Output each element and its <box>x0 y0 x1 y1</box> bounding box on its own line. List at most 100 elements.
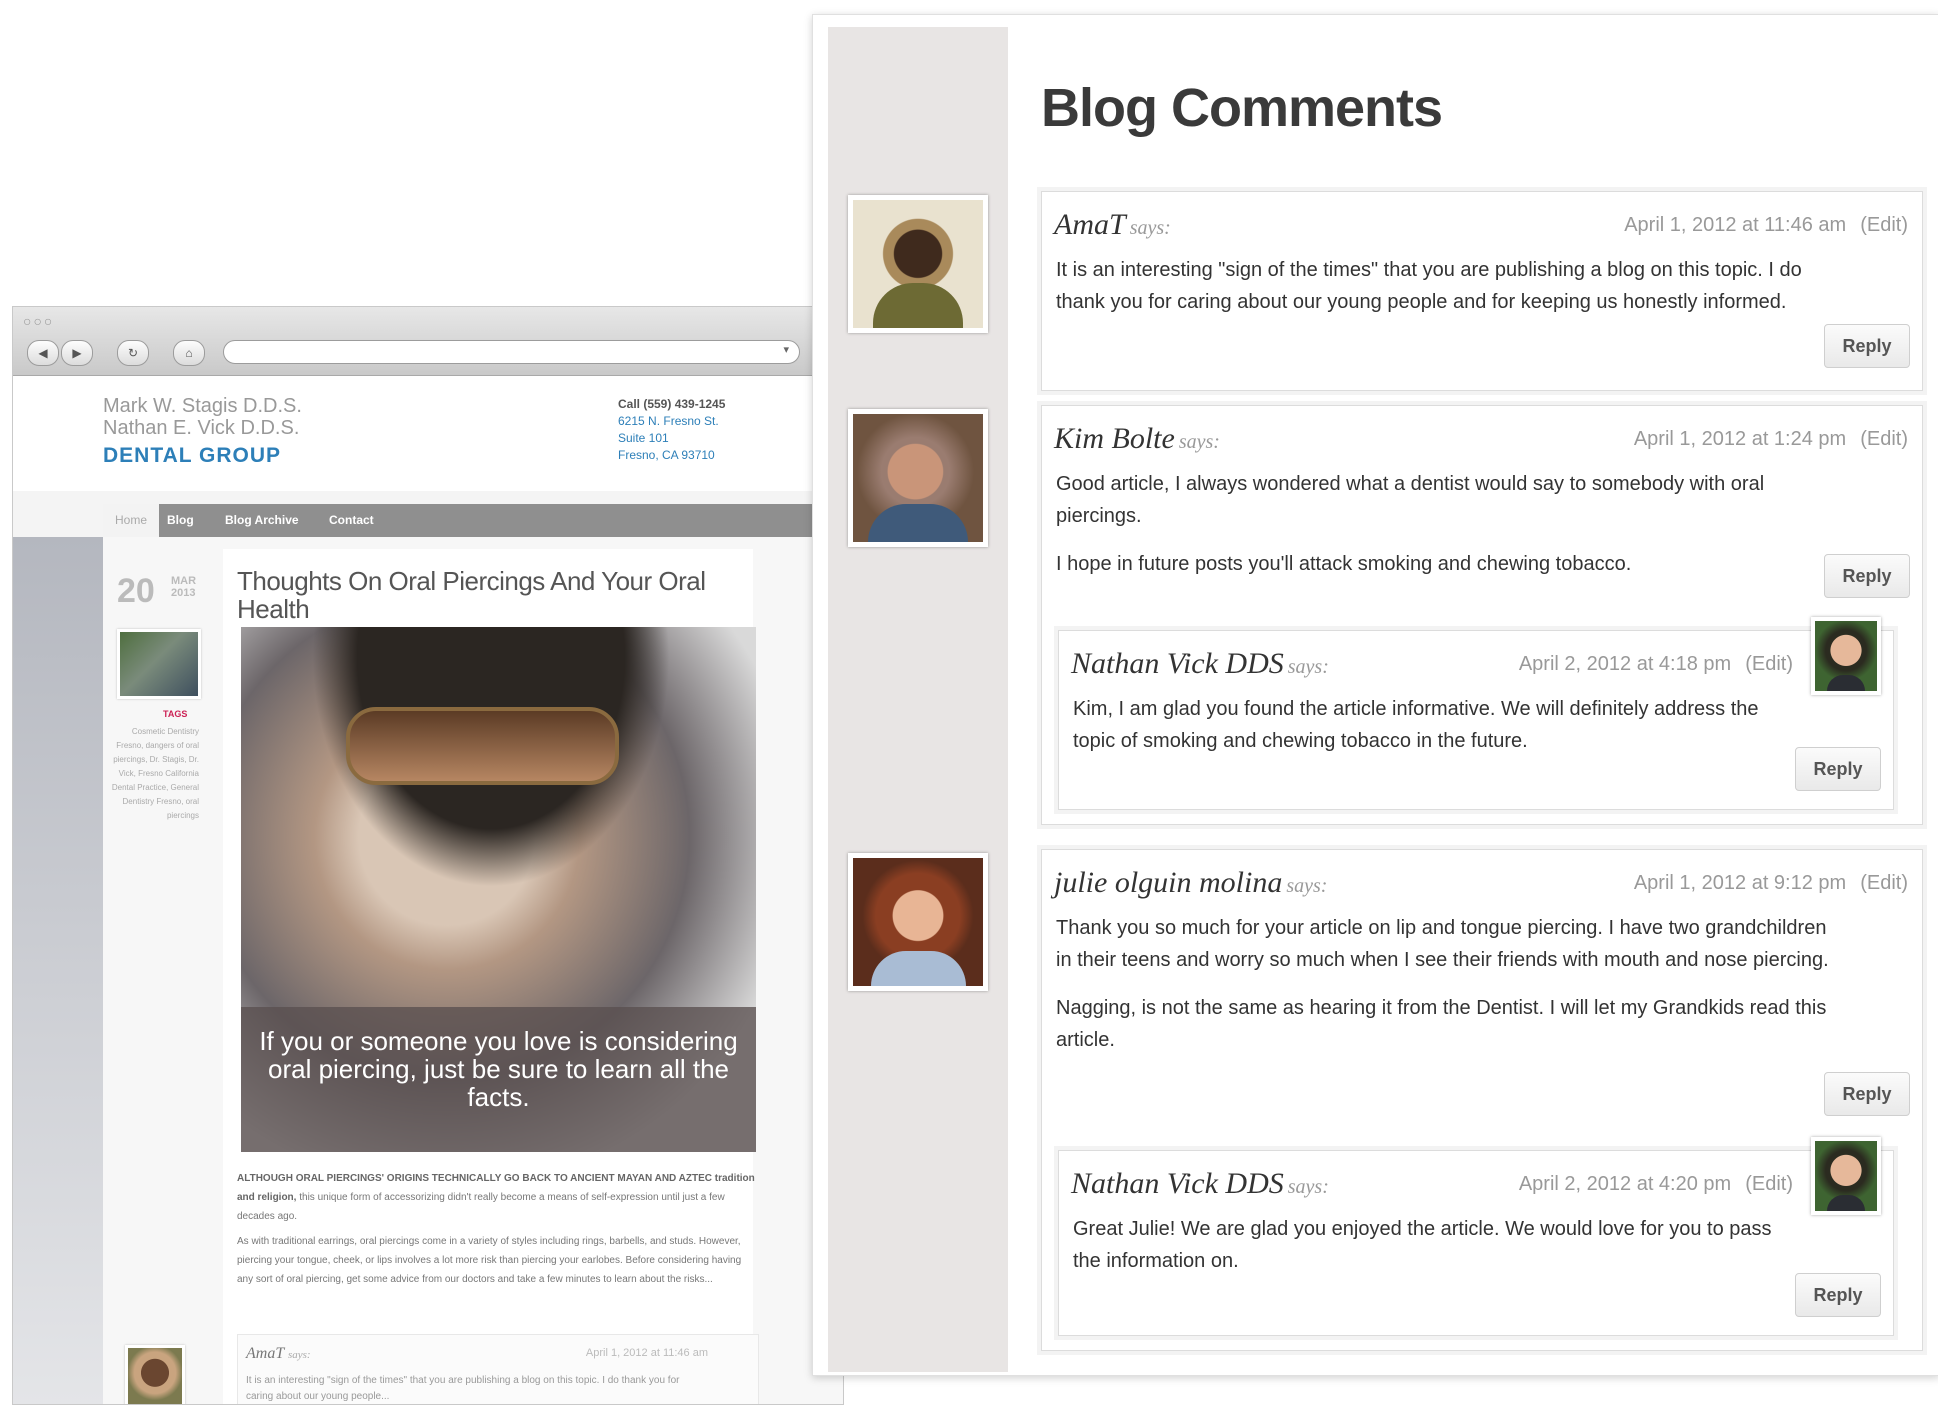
address-line: 6215 N. Fresno St. <box>618 414 719 428</box>
nav-blog[interactable]: Blog <box>155 504 206 537</box>
browser-toolbar: ○○○ ◀ ▶ ↻ ⌂ ▾ <box>13 307 843 376</box>
back-button[interactable]: ◀ <box>27 340 59 366</box>
avatar <box>1811 617 1881 695</box>
comment: Kim Bolte says: April 1, 2012 at 1:24 pm(… <box>1041 405 1923 825</box>
says-label: says: <box>287 1349 311 1361</box>
comment-date[interactable]: April 1, 2012 at 11:46 am <box>1624 214 1846 236</box>
address-line: Fresno, CA 93710 <box>618 448 715 462</box>
avatar <box>848 195 988 333</box>
forward-button[interactable]: ▶ <box>61 340 93 366</box>
blog-comments-panel: Blog Comments AmaT says: April 1, 2012 at… <box>812 14 1938 1376</box>
page-background <box>13 537 103 1404</box>
tags-list[interactable]: Cosmetic Dentistry Fresno, dangers of or… <box>109 725 199 823</box>
edit-link[interactable]: (Edit) <box>1860 872 1908 894</box>
post-date-day: 20 <box>117 572 155 610</box>
post-body: ALTHOUGH ORAL PIERCINGS' ORIGINS TECHNIC… <box>237 1169 757 1289</box>
doctor-name-2: Nathan E. Vick D.D.S. <box>103 417 300 439</box>
says-label: says: <box>1287 656 1329 678</box>
window-controls[interactable]: ○○○ <box>23 313 54 329</box>
comment-author: Nathan Vick DDS says: <box>1071 1167 1329 1201</box>
reply-comment: Nathan Vick DDS says: April 2, 2012 at 4:… <box>1058 617 1894 810</box>
comment: AmaT says: April 1, 2012 at 11:46 am (Edit… <box>1041 191 1923 391</box>
image-detail <box>346 707 619 785</box>
page-title: Blog Comments <box>1041 78 1443 138</box>
blog-post: Thoughts On Oral Piercings And Your Oral… <box>223 549 759 1404</box>
post-date-month-year: MAR 2013 <box>171 575 196 599</box>
comment-paragraph: Thank you so much for your article on li… <box>1056 917 1829 971</box>
reload-button[interactable]: ↻ <box>117 340 149 366</box>
post-paragraph: As with traditional earrings, oral pierc… <box>237 1236 742 1285</box>
reply-button[interactable]: Reply <box>1824 324 1910 368</box>
reply-button[interactable]: Reply <box>1795 1273 1881 1317</box>
chevron-down-icon[interactable]: ▾ <box>783 343 789 356</box>
comment-text: Great Julie! We are glad you enjoyed the… <box>1073 1213 1793 1293</box>
says-label: says: <box>1287 1176 1329 1198</box>
image-caption: If you or someone you love is considerin… <box>241 1007 756 1152</box>
avatar <box>848 853 988 991</box>
comment-meta: April 2, 2012 at 4:20 pm (Edit) <box>1519 1173 1793 1196</box>
post-image: If you or someone you love is considerin… <box>241 627 756 1152</box>
browser-window: ○○○ ◀ ▶ ↻ ⌂ ▾ Mark W. Stagis D.D.S. Nath… <box>12 306 844 1405</box>
avatar <box>1811 1137 1881 1215</box>
post-paragraph: ALTHOUGH ORAL PIERCINGS' ORIGINS TECHNIC… <box>237 1169 757 1226</box>
author-name[interactable]: Kim Bolte <box>1054 422 1175 455</box>
avatar <box>125 1345 185 1404</box>
comment-author: AmaT says: <box>1054 208 1171 242</box>
avatar <box>848 409 988 547</box>
edit-link[interactable]: (Edit) <box>1860 428 1908 450</box>
comment-text: Thank you so much for your article on li… <box>1056 912 1836 1072</box>
author-name: AmaT <box>246 1345 284 1362</box>
comment-meta: April 1, 2012 at 11:46 am (Edit) <box>1624 214 1908 237</box>
post-title[interactable]: Thoughts On Oral Piercings And Your Oral… <box>237 567 717 623</box>
doctor-name-1: Mark W. Stagis D.D.S. <box>103 395 302 417</box>
reply-comment: Nathan Vick DDS says: April 2, 2012 at 4:… <box>1058 1137 1894 1336</box>
comment-date: April 1, 2012 at 11:46 am <box>585 1347 708 1359</box>
comment-paragraph: Nagging, is not the same as hearing it f… <box>1056 997 1827 1051</box>
edit-link[interactable]: (Edit) <box>1745 653 1793 675</box>
site-content: 20 MAR 2013 TAGS Cosmetic Dentistry Fres… <box>103 537 843 1404</box>
edit-link[interactable]: (Edit) <box>1745 1173 1793 1195</box>
author-name[interactable]: AmaT <box>1054 208 1126 241</box>
comment-author: Nathan Vick DDS says: <box>1071 647 1329 681</box>
comment-meta: April 1, 2012 at 9:12 pm (Edit) <box>1634 872 1908 895</box>
doctors-photo <box>117 629 201 699</box>
author-name[interactable]: julie olguin molina <box>1054 866 1282 899</box>
says-label: says: <box>1129 217 1171 239</box>
nav-contact[interactable]: Contact <box>317 504 386 537</box>
post-date-year: 2013 <box>171 587 196 599</box>
edit-link[interactable]: (Edit) <box>1860 214 1908 236</box>
nav-home[interactable]: Home <box>103 504 160 537</box>
reply-button[interactable]: Reply <box>1824 1072 1910 1116</box>
comment-date[interactable]: April 2, 2012 at 4:18 pm <box>1519 653 1731 675</box>
comment-meta: April 1, 2012 at 1:24 pm (Edit) <box>1634 428 1908 451</box>
comment-date[interactable]: April 2, 2012 at 4:20 pm <box>1519 1173 1731 1195</box>
author-name[interactable]: Nathan Vick DDS <box>1071 1167 1284 1200</box>
comment-text: Good article, I always wondered what a d… <box>1056 468 1836 596</box>
nav-blog-archive[interactable]: Blog Archive <box>213 504 311 537</box>
reply-button[interactable]: Reply <box>1795 747 1881 791</box>
comment-paragraph: Kim, I am glad you found the article inf… <box>1073 698 1759 752</box>
comment-text: It is an interesting "sign of the times"… <box>246 1375 680 1402</box>
says-label: says: <box>1178 431 1220 453</box>
address-bar[interactable]: ▾ <box>223 340 800 364</box>
comment-date[interactable]: April 1, 2012 at 1:24 pm <box>1634 428 1846 450</box>
comment-meta: April 2, 2012 at 4:18 pm (Edit) <box>1519 653 1793 676</box>
phone-number: Call (559) 439-1245 <box>618 397 726 411</box>
tags-label: TAGS <box>163 709 188 719</box>
says-label: says: <box>1286 875 1328 897</box>
site-header: Mark W. Stagis D.D.S. Nathan E. Vick D.D… <box>13 376 843 491</box>
comment-paragraph: I hope in future posts you'll attack smo… <box>1056 553 1632 575</box>
reply-button[interactable]: Reply <box>1824 554 1910 598</box>
home-button[interactable]: ⌂ <box>173 340 205 366</box>
comment: julie olguin molina says: April 1, 2012 a… <box>1041 849 1923 1351</box>
comment-text: Kim, I am glad you found the article inf… <box>1073 693 1773 773</box>
comment-date[interactable]: April 1, 2012 at 9:12 pm <box>1634 872 1846 894</box>
comment-author: Kim Bolte says: <box>1054 422 1220 456</box>
comment-preview: AmaT says: April 1, 2012 at 11:46 am It … <box>237 1334 759 1404</box>
author-name[interactable]: Nathan Vick DDS <box>1071 647 1284 680</box>
contact-info: Call (559) 439-1245 6215 N. Fresno St. S… <box>618 396 725 464</box>
post-date-month: MAR <box>171 575 197 587</box>
site-navigation: Home Blog Blog Archive Contact <box>103 504 843 537</box>
comment-text: It is an interesting "sign of the times"… <box>1056 254 1836 334</box>
site-logo[interactable]: DENTAL GROUP <box>103 444 281 468</box>
